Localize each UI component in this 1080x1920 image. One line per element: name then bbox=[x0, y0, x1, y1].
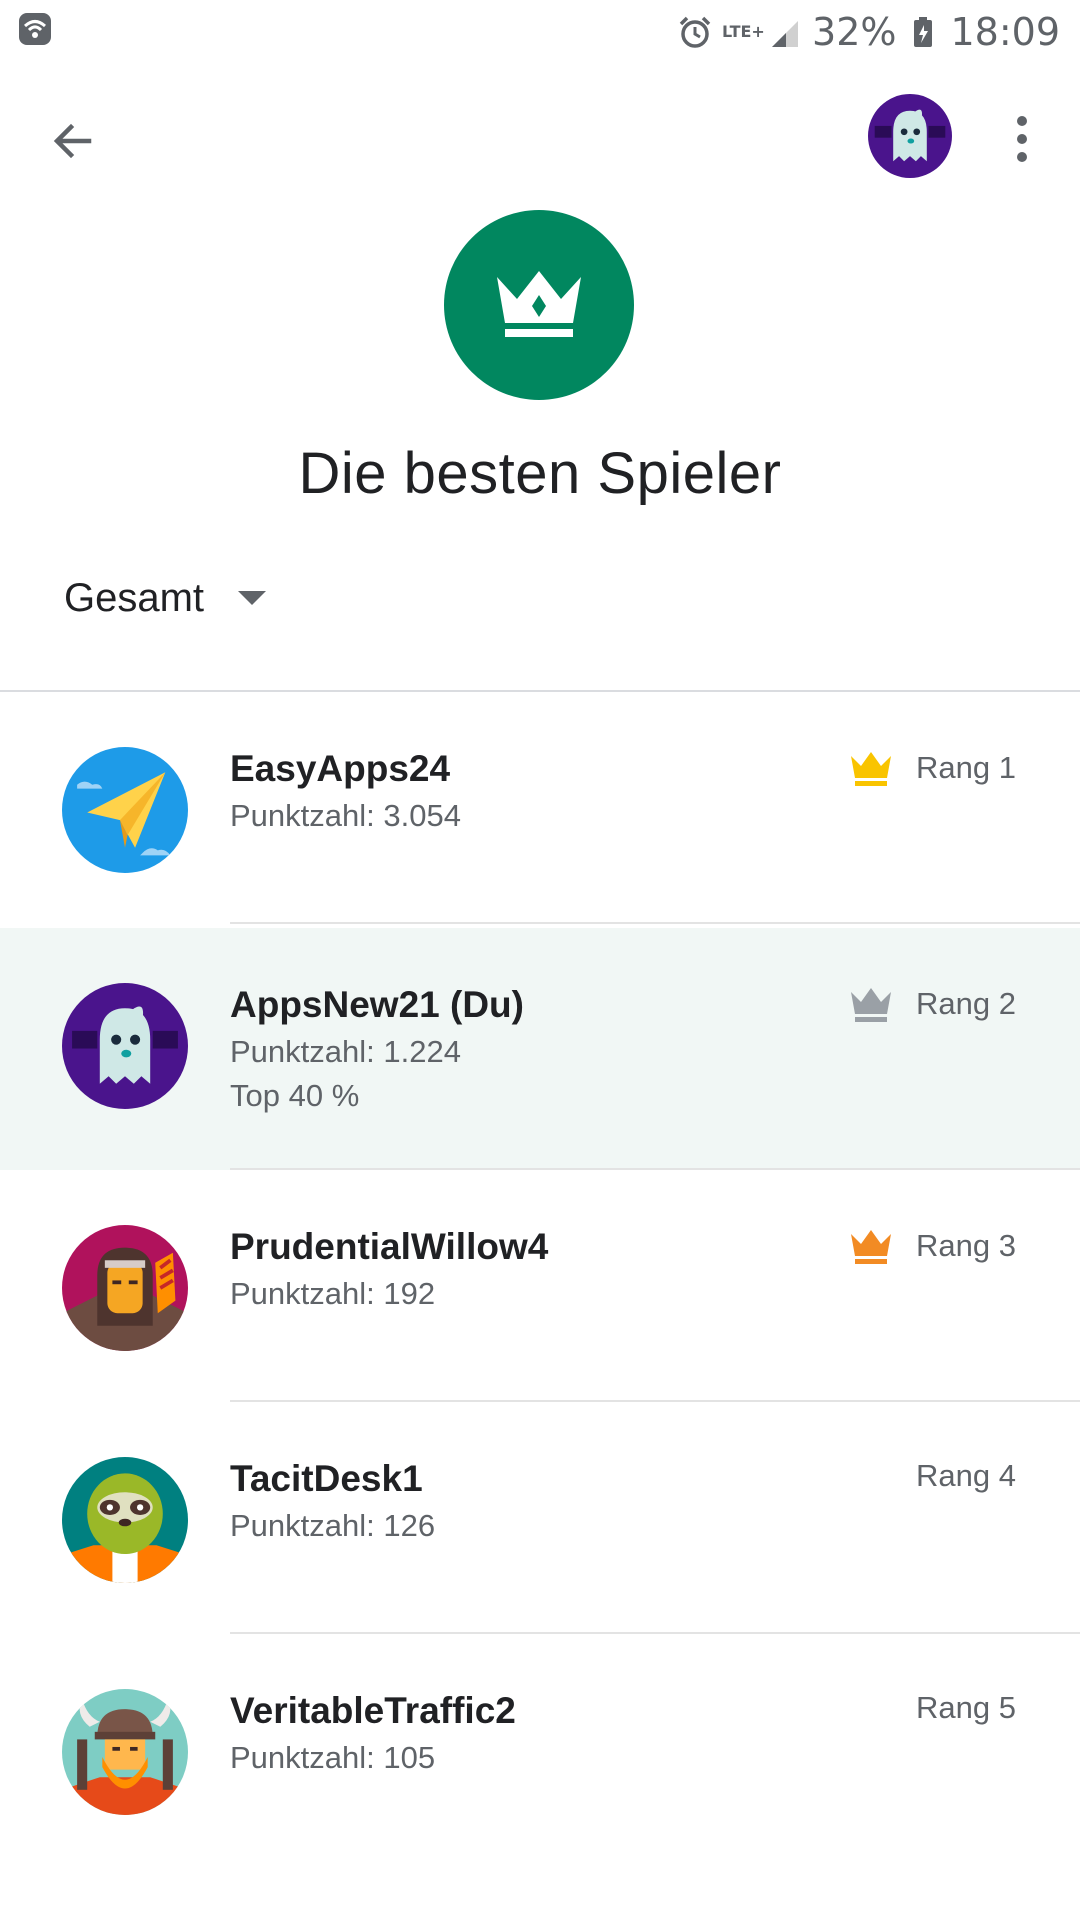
wifi-icon bbox=[19, 13, 51, 45]
signal-icon bbox=[772, 21, 799, 47]
rank-label: Rang 4 bbox=[916, 1458, 1016, 1493]
more-vert-icon bbox=[1017, 116, 1027, 126]
leaderboard-row[interactable]: PrudentialWillow4 Punktzahl: 192 Rang 3 bbox=[0, 1170, 1080, 1402]
player-avatar bbox=[62, 1225, 188, 1351]
player-score: Punktzahl: 105 bbox=[230, 1740, 436, 1775]
more-options-button[interactable] bbox=[1000, 106, 1044, 172]
rank-label: Rang 2 bbox=[916, 986, 1016, 1021]
player-rank: Rang 3 bbox=[848, 1226, 1016, 1266]
player-rank: Rang 4 bbox=[916, 1458, 1016, 1494]
player-score: Punktzahl: 126 bbox=[230, 1508, 436, 1543]
player-name: VeritableTraffic2 bbox=[230, 1690, 516, 1731]
time-filter-dropdown[interactable]: Gesamt bbox=[64, 570, 267, 626]
viking-avatar-icon bbox=[62, 1689, 188, 1815]
player-name: PrudentialWillow4 bbox=[230, 1226, 549, 1267]
player-rank: Rang 2 bbox=[848, 984, 1016, 1024]
player-avatar bbox=[62, 1457, 188, 1583]
player-rank: Rang 5 bbox=[916, 1690, 1016, 1726]
player-avatar bbox=[62, 1689, 188, 1815]
player-score: Punktzahl: 1.224 bbox=[230, 1034, 461, 1069]
player-name: TacitDesk1 bbox=[230, 1458, 423, 1499]
bronze-crown-icon bbox=[851, 1230, 892, 1264]
profile-avatar[interactable] bbox=[868, 94, 952, 178]
player-name: EasyApps24 bbox=[230, 748, 451, 789]
rank-label: Rang 1 bbox=[916, 750, 1016, 785]
archer-avatar-icon bbox=[62, 1225, 188, 1351]
filter-selected-value: Gesamt bbox=[64, 575, 205, 620]
player-percentile: Top 40 % bbox=[230, 1078, 360, 1113]
ghost-avatar-icon bbox=[62, 983, 188, 1109]
lte-indicator: LTE+ bbox=[722, 22, 765, 41]
leaderboard-row-current-user[interactable]: AppsNew21 (Du) Punktzahl: 1.224 Top 40 %… bbox=[0, 928, 1080, 1170]
silver-crown-icon bbox=[851, 988, 892, 1022]
player-name: AppsNew21 (Du) bbox=[230, 984, 524, 1025]
back-button[interactable] bbox=[36, 104, 110, 178]
player-score: Punktzahl: 3.054 bbox=[230, 798, 461, 833]
leaderboard-badge bbox=[444, 210, 634, 400]
player-rank: Rang 1 bbox=[848, 748, 1016, 788]
row-divider bbox=[230, 922, 1080, 924]
rank-label: Rang 5 bbox=[916, 1690, 1016, 1725]
alarm-icon bbox=[679, 16, 711, 48]
player-score: Punktzahl: 192 bbox=[230, 1276, 436, 1311]
sloth-avatar-icon bbox=[62, 1457, 188, 1583]
crown-icon bbox=[497, 271, 581, 337]
leaderboard-row[interactable]: EasyApps24 Punktzahl: 3.054 Rang 1 bbox=[0, 692, 1080, 924]
ghost-avatar-icon bbox=[868, 94, 952, 178]
gold-crown-icon bbox=[851, 752, 892, 786]
clock: 18:09 bbox=[950, 10, 1060, 54]
paper-plane-avatar-icon bbox=[62, 747, 188, 873]
leaderboard-row[interactable]: VeritableTraffic2 Punktzahl: 105 Rang 5 bbox=[0, 1634, 1080, 1866]
player-avatar bbox=[62, 747, 188, 873]
battery-percent: 32% bbox=[812, 10, 897, 54]
battery-icon bbox=[914, 17, 933, 47]
player-avatar bbox=[62, 983, 188, 1109]
leaderboard-row[interactable]: TacitDesk1 Punktzahl: 126 Rang 4 bbox=[0, 1402, 1080, 1634]
arrow-back-icon bbox=[53, 123, 92, 159]
status-bar: LTE+ 32% 18:09 bbox=[0, 0, 1080, 64]
rank-label: Rang 3 bbox=[916, 1228, 1016, 1263]
dropdown-arrow-icon bbox=[238, 591, 267, 605]
page-title: Die besten Spieler bbox=[298, 441, 782, 506]
